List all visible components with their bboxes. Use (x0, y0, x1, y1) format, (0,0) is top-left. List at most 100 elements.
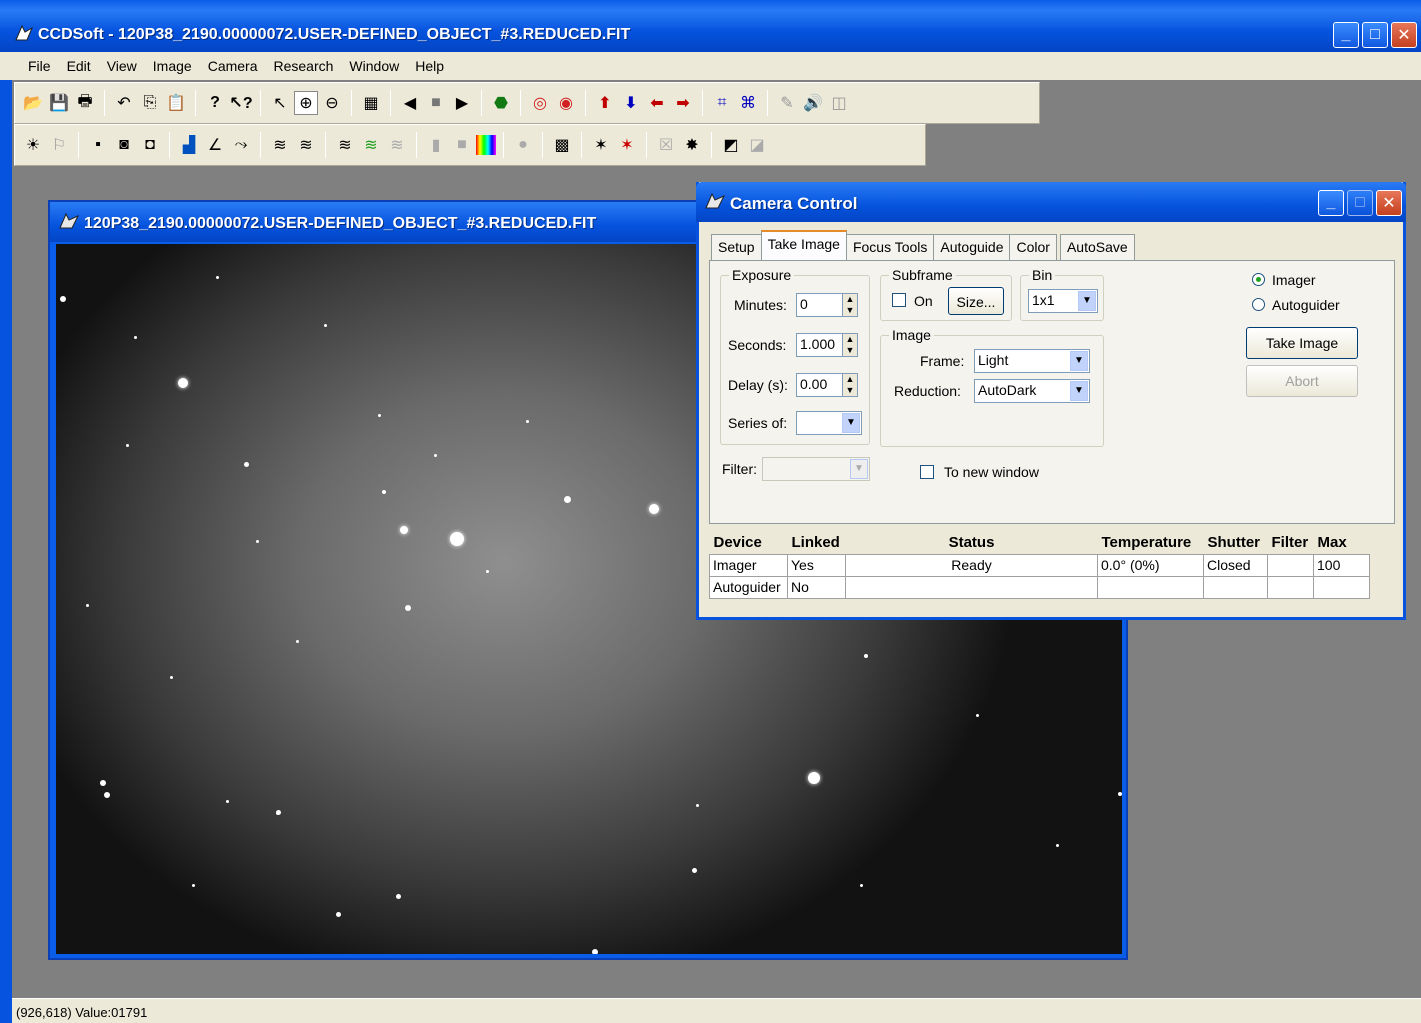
curve-icon[interactable]: ∠ (203, 133, 227, 157)
binoculars-icon[interactable]: ◫ (827, 91, 851, 115)
transform-icon[interactable]: ⤳ (229, 133, 253, 157)
pointer-icon[interactable]: ↖ (268, 91, 292, 115)
print-icon[interactable]: 🖶 (73, 91, 97, 115)
star-box-icon[interactable]: ◘ (138, 133, 162, 157)
abort-button[interactable]: Abort (1246, 365, 1358, 397)
chevron-down-icon[interactable]: ▼ (1078, 291, 1096, 311)
menu-camera[interactable]: Camera (200, 58, 266, 74)
tab-autosave[interactable]: AutoSave (1059, 234, 1135, 260)
minutes-input[interactable]: 0 (796, 293, 844, 317)
stack-align-icon[interactable]: ≋ (294, 133, 318, 157)
edit-disabled-icon[interactable]: ◪ (745, 133, 769, 157)
new-window-checkbox[interactable] (920, 465, 934, 479)
chevron-down-icon[interactable]: ▼ (842, 413, 860, 433)
stack-rgb-icon[interactable]: ≋ (359, 133, 383, 157)
stack-icon[interactable]: ≋ (268, 133, 292, 157)
gray-bar-icon[interactable]: ▮ (424, 133, 448, 157)
filter-wheel-icon[interactable]: ⬣ (489, 91, 513, 115)
stack-color-icon[interactable]: ≋ (333, 133, 357, 157)
compare-icon[interactable]: ◩ (719, 133, 743, 157)
menu-window[interactable]: Window (341, 58, 407, 74)
series-select[interactable]: ▼ (796, 411, 862, 435)
tab-color[interactable]: Color (1009, 234, 1057, 260)
bin-select[interactable]: 1x1 ▼ (1028, 289, 1098, 313)
spiral-icon[interactable]: ◉ (554, 91, 578, 115)
brightness-icon[interactable]: ☀ (21, 133, 45, 157)
subframe-on-checkbox[interactable] (892, 293, 906, 307)
stack-disabled-icon[interactable]: ≋ (385, 133, 409, 157)
chevron-down-icon[interactable]: ▼ (1070, 351, 1088, 371)
subframe-size-button[interactable]: Size... (948, 287, 1004, 315)
minimize-icon[interactable]: _ (1333, 22, 1359, 48)
minutes-spinner[interactable]: ▲ ▼ (842, 293, 858, 317)
maximize-icon[interactable]: □ (1347, 190, 1373, 216)
sound-icon[interactable]: 🔊 (801, 91, 825, 115)
rainbow-icon[interactable] (476, 135, 496, 155)
frame-select[interactable]: Light ▼ (974, 349, 1090, 373)
star (1056, 844, 1059, 847)
flag-icon[interactable]: ⚐ (47, 133, 71, 157)
filter-select[interactable]: ▼ (762, 457, 870, 481)
arrow-right-icon[interactable]: ➡ (671, 91, 695, 115)
menu-image[interactable]: Image (145, 58, 200, 74)
reduction-select[interactable]: AutoDark ▼ (974, 379, 1090, 403)
histogram-icon[interactable]: ▟ (177, 133, 201, 157)
gray-square-icon[interactable]: ■ (450, 133, 474, 157)
star-black-icon[interactable]: ✶ (589, 133, 613, 157)
app-title-bar[interactable]: CCDSoft - 120P38_2190.00000072.USER-DEFI… (0, 0, 1421, 52)
minimize-icon[interactable]: _ (1318, 190, 1344, 216)
pen-icon[interactable]: ✎ (775, 91, 799, 115)
tab-focus-tools[interactable]: Focus Tools (845, 234, 935, 260)
menu-research[interactable]: Research (266, 58, 342, 74)
star-red-icon[interactable]: ✶ (615, 133, 639, 157)
tab-autoguide[interactable]: Autoguide (933, 234, 1011, 260)
star (134, 336, 137, 339)
save-icon[interactable]: 💾 (47, 91, 71, 115)
close-icon[interactable]: ✕ (1376, 190, 1402, 216)
take-image-button[interactable]: Take Image (1246, 327, 1358, 359)
grid-icon[interactable]: ▦ (359, 91, 383, 115)
copy-icon[interactable]: ⎘ (138, 91, 162, 115)
target-icon[interactable]: ◎ (528, 91, 552, 115)
noise-icon[interactable]: ▩ (550, 133, 574, 157)
star-dither-icon[interactable]: ✸ (680, 133, 704, 157)
stop-icon[interactable]: ■ (424, 91, 448, 115)
paste-icon[interactable]: 📋 (164, 91, 188, 115)
close-icon[interactable]: ✕ (1391, 22, 1417, 48)
arrow-down-icon[interactable]: ⬇ (619, 91, 643, 115)
star-invert-icon[interactable]: ◙ (112, 133, 136, 157)
imager-radio[interactable] (1252, 273, 1265, 286)
gray-circle-icon[interactable]: ● (511, 133, 535, 157)
zoom-in-icon[interactable]: ⊕ (294, 91, 318, 115)
delay-input[interactable]: 0.00 (796, 373, 844, 397)
gray-x-icon[interactable]: ☒ (654, 133, 678, 157)
tab-take-image[interactable]: Take Image (760, 230, 847, 260)
camera-control-title-bar[interactable]: Camera Control _ □ ✕ (696, 182, 1406, 222)
menu-file[interactable]: File (20, 58, 59, 74)
collapse-icon[interactable]: ⌘ (736, 91, 760, 115)
menu-view[interactable]: View (99, 58, 145, 74)
help-icon[interactable]: ? (203, 91, 227, 115)
tab-setup[interactable]: Setup (711, 234, 762, 260)
star-small-icon[interactable]: ▪ (86, 133, 110, 157)
context-help-icon[interactable]: ↖? (229, 91, 253, 115)
zoom-out-icon[interactable]: ⊖ (320, 91, 344, 115)
next-icon[interactable]: ▶ (450, 91, 474, 115)
previous-icon[interactable]: ◀ (398, 91, 422, 115)
chevron-down-icon[interactable]: ▼ (850, 459, 868, 479)
menu-help[interactable]: Help (407, 58, 452, 74)
seconds-input[interactable]: 1.000 (796, 333, 844, 357)
maximize-icon[interactable]: □ (1362, 22, 1388, 48)
autoguider-radio[interactable] (1252, 298, 1265, 311)
table-row[interactable]: Autoguider No (709, 575, 1370, 599)
menu-edit[interactable]: Edit (59, 58, 99, 74)
seconds-spinner[interactable]: ▲ ▼ (842, 333, 858, 357)
chevron-down-icon[interactable]: ▼ (1070, 381, 1088, 401)
table-row[interactable]: Imager Yes Ready 0.0° (0%) Closed 100 (709, 553, 1370, 577)
undo-icon[interactable]: ↶ (112, 91, 136, 115)
delay-spinner[interactable]: ▲ ▼ (842, 373, 858, 397)
arrow-left-icon[interactable]: ⬅ (645, 91, 669, 115)
open-folder-icon[interactable]: 📂 (21, 91, 45, 115)
expand-icon[interactable]: ⌗ (710, 91, 734, 115)
arrow-up-icon[interactable]: ⬆ (593, 91, 617, 115)
